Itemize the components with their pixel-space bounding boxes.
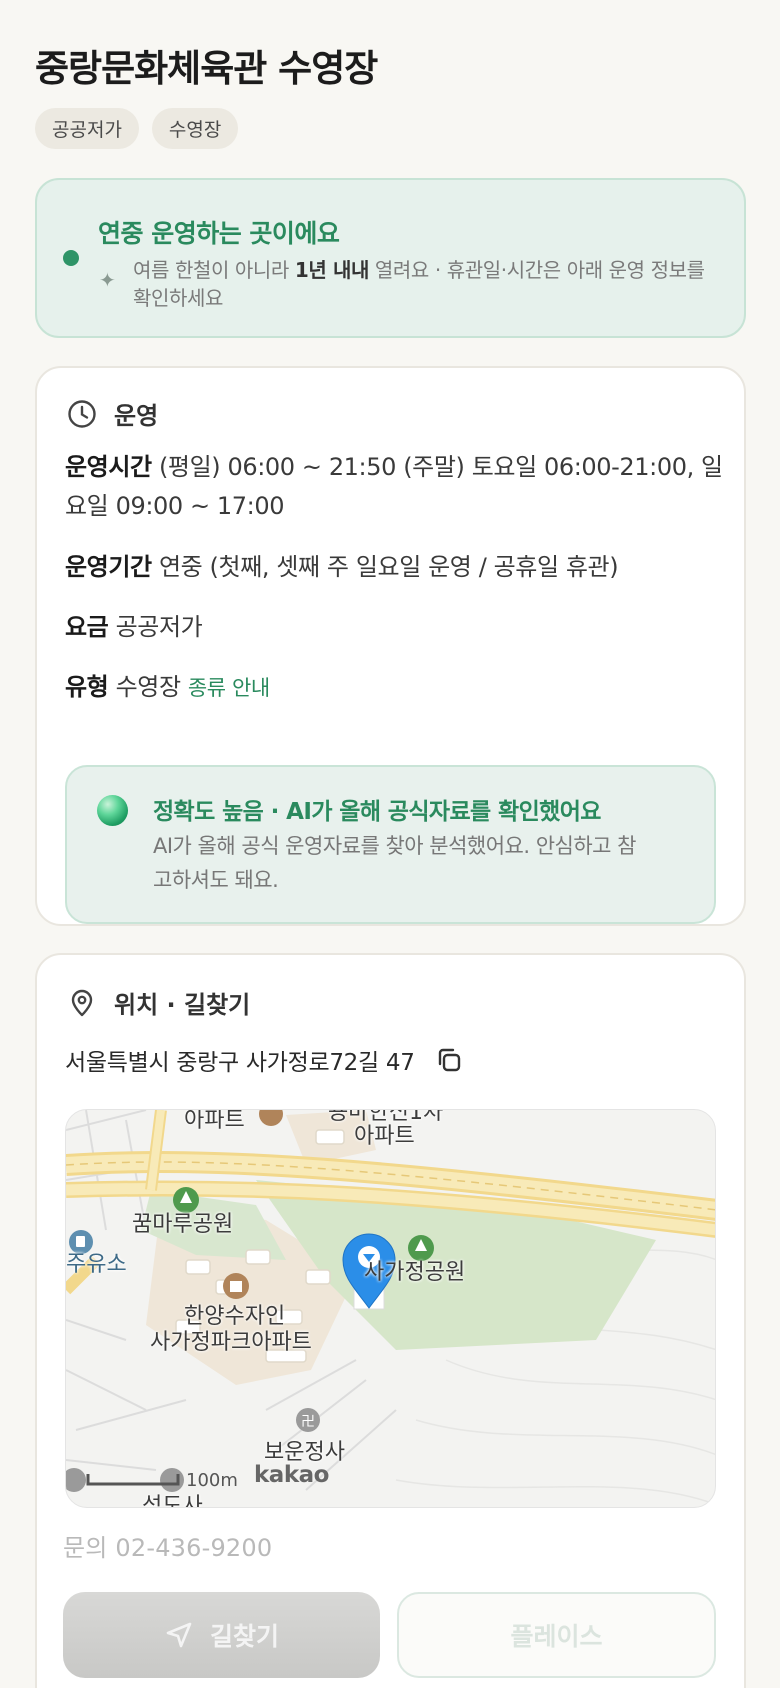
map-label-yongma-apt: 아파트 [354,1124,415,1149]
chip-price[interactable]: 공공저가 [35,108,139,149]
place-button[interactable]: 플레이스 [397,1592,716,1678]
map-label-sagajeong-park-apt: 사가정파크아파트 [150,1330,312,1355]
ai-orb-icon [97,795,128,826]
place-label: 플레이스 [510,1622,603,1651]
fee-value: 공공저가 [115,613,203,641]
status-dot-icon [63,250,79,266]
sparkle-icon: ✦ [99,268,116,292]
map-provider-logo: kakao [254,1462,329,1488]
location-title: 위치 · 길찾기 [114,991,251,1019]
map-label-kkummaru-park: 꿈마루공원 [132,1212,234,1237]
map-label-gas-station: 주유소 [66,1252,127,1277]
location-map[interactable]: 卍 아파트 용마한신1차 아파트 꿈마루공원 주유소 한양수자인 사가정파크아파… [65,1109,716,1508]
location-pin-icon [71,989,93,1016]
ai-accuracy-title: 정확도 높음 · AI가 올해 공식자료를 확인했어요 [153,799,601,825]
type-guide-link[interactable]: 종류 안내 [188,676,270,700]
banner-description: 여름 한철이 아니라 1년 내내 열려요 · 휴관일·시간은 아래 운영 정보를… [133,258,705,310]
directions-label: 길찾기 [209,1622,279,1651]
type-label: 유형 [65,673,109,701]
map-label-cut-off: 석도사 [142,1494,203,1508]
clock-icon [68,399,96,428]
period-label: 운영기간 [65,553,152,581]
directions-button[interactable]: 길찾기 [63,1592,380,1678]
ai-accuracy-text: AI가 올해 공식 운영자료를 찾아 분석했어요. 안심하고 참고하셔도 돼요. [153,834,637,892]
place-detail-page: 중랑문화체육관 수영장 공공저가 수영장 연중 운영하는 곳이에요 ✦ 여름 한… [0,0,780,1688]
operation-title: 운영 [114,402,159,430]
type-row: 유형 수영장 종류 안내 [65,668,725,708]
chip-category[interactable]: 수영장 [151,108,239,149]
period-row: 운영기간 연중 (첫째, 셋째 주 일요일 운영 / 공휴일 휴관) [65,548,725,587]
address-row: 서울특별시 중랑구 사가정로72길 47 [65,1043,463,1077]
location-header: 위치 · 길찾기 [67,985,250,1020]
copy-icon[interactable] [435,1046,463,1074]
location-card: 위치 · 길찾기 서울특별시 중랑구 사가정로72길 47 卍 아파트 용마한신… [35,953,746,1688]
address-text: 서울특별시 중랑구 사가정로72길 47 [65,1050,415,1076]
hours-row: 운영시간 (평일) 06:00 ~ 21:50 (주말) 토요일 06:00-2… [65,448,725,526]
navigation-arrow-icon [166,1622,192,1648]
period-value: 연중 (첫째, 셋째 주 일요일 운영 / 공휴일 휴관) [158,553,619,581]
operation-card: 운영 운영시간 (평일) 06:00 ~ 21:50 (주말) 토요일 06:0… [35,366,746,926]
year-round-banner: 연중 운영하는 곳이에요 ✦ 여름 한철이 아니라 1년 내내 열려요 · 휴관… [35,178,746,338]
operation-header: 운영 [67,396,158,431]
hours-label: 운영시간 [65,453,152,481]
map-canvas: 卍 [66,1110,715,1506]
svg-text:卍: 卍 [301,1414,315,1430]
banner-title: 연중 운영하는 곳이에요 [98,219,340,248]
map-label-apt: 아파트 [184,1109,245,1133]
page-title: 중랑문화체육관 수영장 [35,47,378,90]
contact-phone[interactable]: 문의 02-436-9200 [63,1528,272,1563]
map-label-hanyang: 한양수자인 [184,1304,286,1329]
ai-accuracy-box: 정확도 높음 · AI가 올해 공식자료를 확인했어요 AI가 올해 공식 운영… [65,765,716,924]
map-label-sagajeong-park: 사가정공원 [364,1260,466,1285]
fee-row: 요금 공공저가 [65,608,725,647]
map-scale: 100m [186,1470,238,1491]
fee-label: 요금 [65,613,109,641]
tag-chips: 공공저가 수영장 [35,108,239,149]
hours-value: (평일) 06:00 ~ 21:50 (주말) 토요일 06:00-21:00,… [65,453,723,520]
type-value: 수영장 [115,673,181,701]
